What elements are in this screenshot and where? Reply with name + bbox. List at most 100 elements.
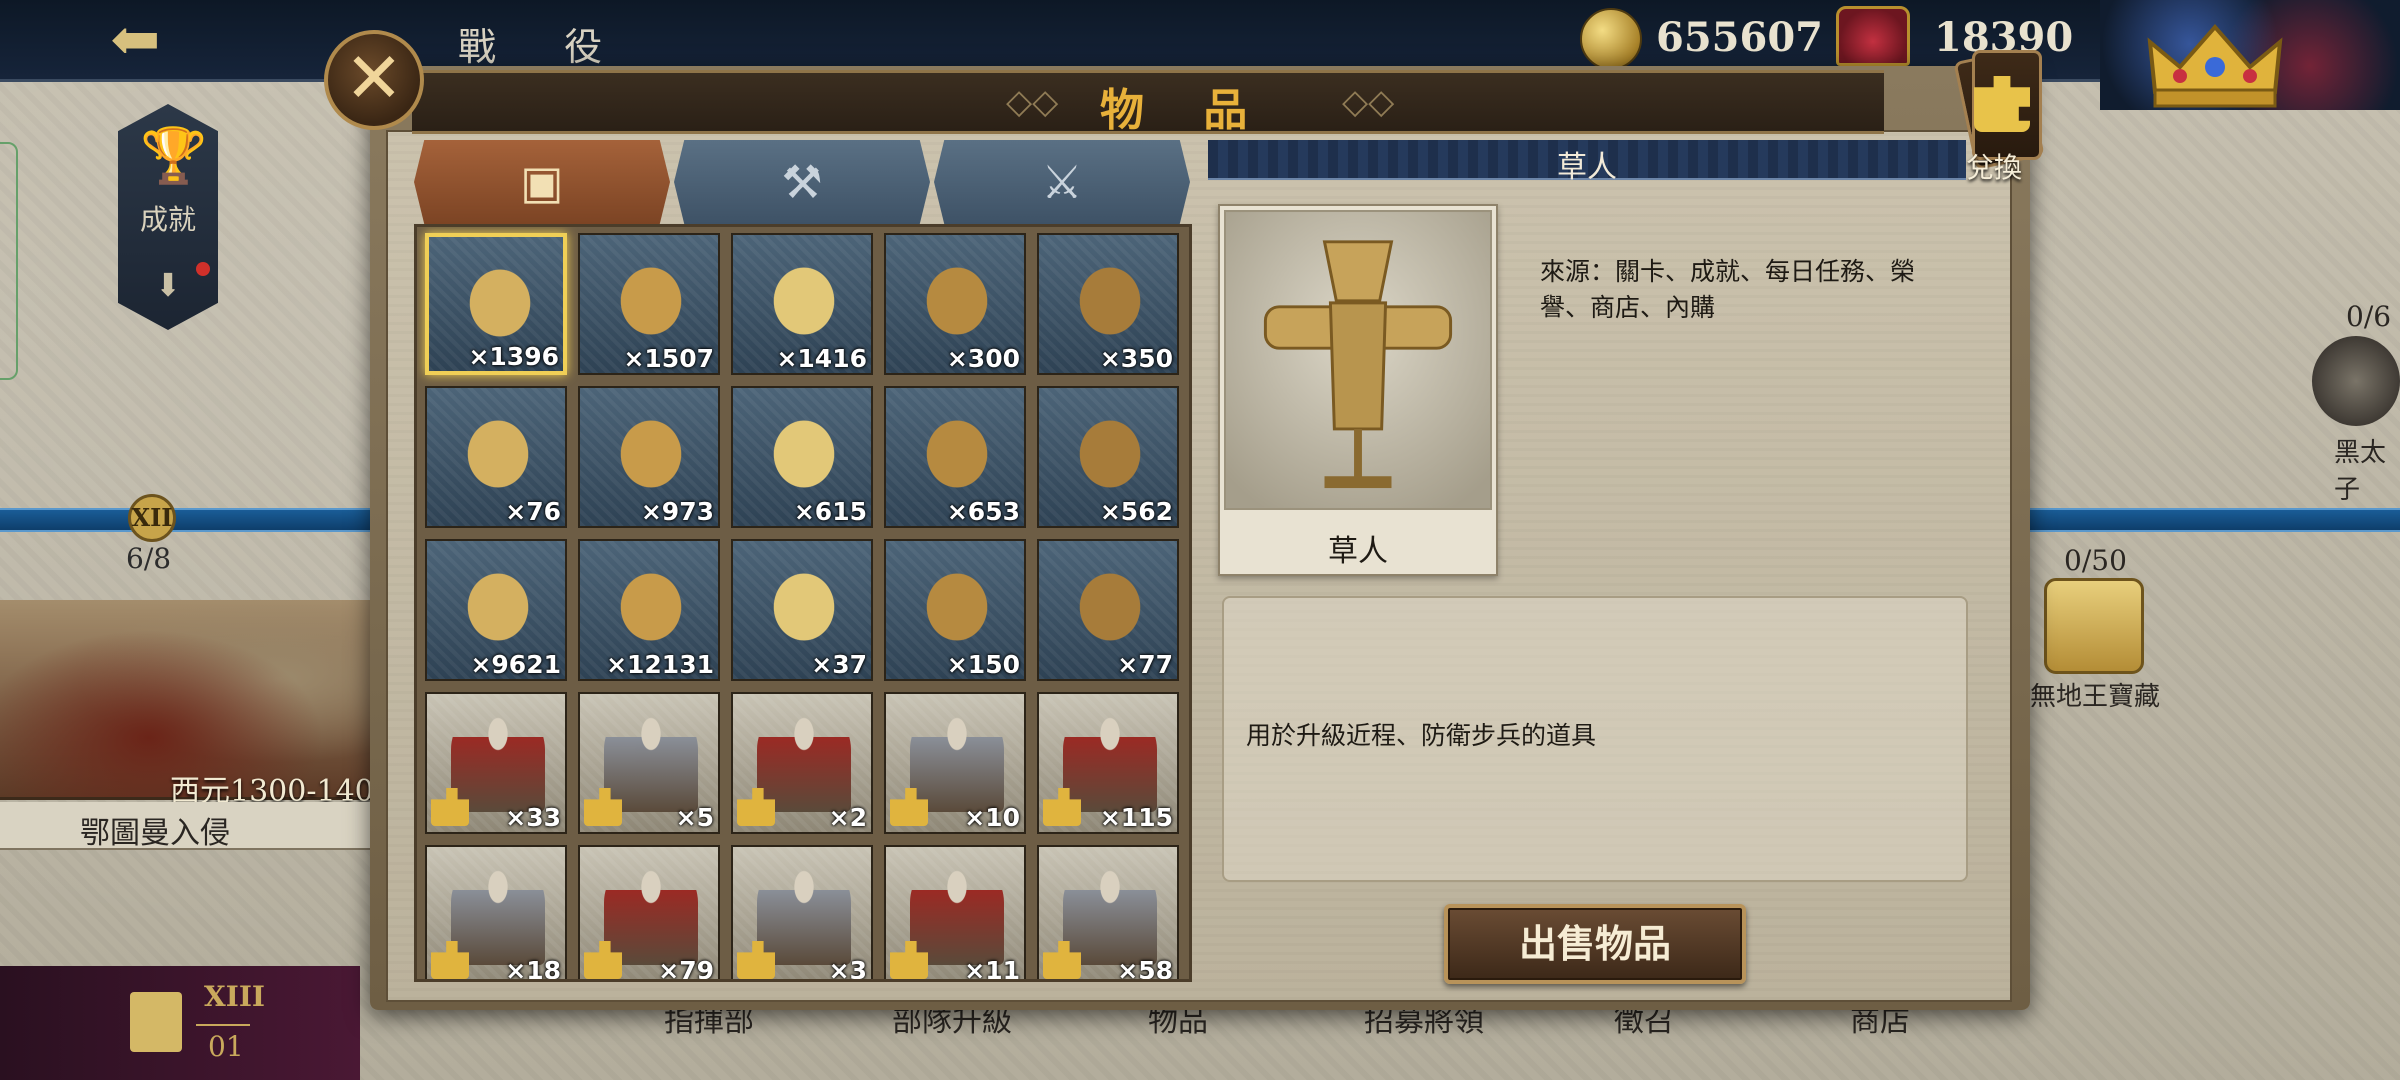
item-quantity: ×300 (946, 344, 1020, 373)
scarecrow-icon (1224, 210, 1492, 510)
save-level: XIII (204, 980, 266, 1013)
astrolabe-bronze-icon (757, 555, 851, 659)
modal-title: 物 品 (1100, 85, 1270, 136)
bust-icon (451, 555, 545, 659)
chapter-badge: XII (128, 494, 176, 542)
chevron-down-icon[interactable]: ⬇ (140, 266, 196, 304)
drum-small-icon (604, 402, 698, 506)
scarecrow-icon (453, 251, 547, 355)
item-quantity: ×33 (505, 803, 561, 832)
treasure-map-icon[interactable] (2044, 578, 2144, 674)
astrolabe-gold-icon (1063, 555, 1157, 659)
item-slot-gears[interactable]: ×12131 (578, 539, 720, 681)
item-slot-roman-unit-2[interactable]: ×58 (1037, 845, 1179, 982)
item-slot-drum-small[interactable]: ×973 (578, 386, 720, 528)
item-quantity: ×350 (1099, 344, 1173, 373)
item-quantity: ×11 (964, 956, 1020, 982)
item-quantity: ×3 (828, 956, 867, 982)
item-slot-training-dummy[interactable]: ×1507 (578, 233, 720, 375)
scroll-document-icon (1063, 249, 1157, 353)
item-slot-astrolabe-gold[interactable]: ×77 (1037, 539, 1179, 681)
item-slot-spearman-unit-1[interactable]: ×18 (425, 845, 567, 979)
item-slot-blueprint-scroll-2[interactable]: ×562 (1037, 386, 1179, 528)
item-slot-templar-unit[interactable]: ×5 (578, 692, 720, 834)
knight-unit-1-icon (451, 708, 545, 812)
item-slot-bust[interactable]: ×9621 (425, 539, 567, 681)
lock-icon[interactable] (2312, 336, 2400, 426)
battle-name: 鄂圖曼入侵 (80, 816, 230, 851)
item-slot-archery-target[interactable]: ×1416 (731, 233, 873, 375)
blueprint-scroll-1-icon (910, 402, 1004, 506)
item-slot-helmet-tools[interactable]: ×300 (884, 233, 1026, 375)
royal-crown-icon[interactable] (2140, 12, 2290, 112)
chapter-progress: 6/8 (126, 542, 172, 575)
item-quantity: ×5 (675, 803, 714, 832)
item-description: 用於升級近程、防衛步兵的道具 (1246, 721, 1597, 750)
item-quantity: ×1416 (776, 344, 867, 373)
spearman-unit-2-icon (604, 861, 698, 965)
viking-unit-icon (757, 708, 851, 812)
shield-unit-icon (757, 861, 851, 965)
item-slot-roman-unit-1[interactable]: ×11 (884, 845, 1026, 982)
item-quantity: ×10 (964, 803, 1020, 832)
siege-icon: ⚒ (781, 155, 823, 209)
detail-card-name: 草人 (1328, 534, 1388, 569)
swords-scroll-icon (910, 555, 1004, 659)
item-quantity: ×2 (828, 803, 867, 832)
legion-unit-icon (1063, 708, 1157, 812)
map-region-border (0, 142, 18, 380)
close-icon: ✕ (344, 37, 404, 119)
item-slot-axeman-unit[interactable]: ×10 (884, 692, 1026, 834)
item-slot-swords-scroll[interactable]: ×150 (884, 539, 1026, 681)
item-slot-war-drum[interactable]: ×615 (731, 386, 873, 528)
black-prince-progress: 0/6 (2346, 300, 2392, 333)
close-button[interactable]: ✕ (324, 30, 424, 130)
item-slot-blueprint-scroll-1[interactable]: ×653 (884, 386, 1026, 528)
shield-swords-icon: ⚔ (1041, 155, 1083, 209)
item-slot-astrolabe-bronze[interactable]: ×37 (731, 539, 873, 681)
item-quantity: ×973 (640, 497, 714, 526)
item-source: 來源：關卡、成就、每日任務、榮譽、商店、內購 (1540, 257, 1916, 322)
gold-amount: 655607 (1656, 14, 1823, 61)
item-slot-scarecrow[interactable]: ×1396 (425, 233, 567, 375)
achievements-label: 成就 (139, 203, 196, 236)
item-slot-spearman-unit-2[interactable]: ×79 (578, 845, 720, 982)
item-quantity: ×9621 (470, 650, 561, 679)
blueprint-scroll-2-icon (1063, 402, 1157, 506)
item-quantity: ×1507 (623, 344, 714, 373)
treasure-progress: 0/50 (2064, 544, 2127, 577)
axeman-unit-icon (910, 708, 1004, 812)
save-icon[interactable] (130, 992, 182, 1052)
item-quantity: ×150 (946, 650, 1020, 679)
item-slot-scroll-document[interactable]: ×350 (1037, 233, 1179, 375)
archery-target-icon (757, 249, 851, 353)
sell-button[interactable]: 出售物品 (1444, 904, 1746, 984)
item-slot-shield-unit[interactable]: ×3 (731, 845, 873, 982)
spearman-unit-1-icon (451, 861, 545, 965)
ornament-icon: ◇◇ (1006, 82, 1059, 122)
detail-item-name: 草人 (1557, 150, 1617, 185)
item-slot-knight-unit-1[interactable]: ×33 (425, 692, 567, 834)
item-quantity: ×79 (658, 956, 714, 982)
item-slot-viking-unit[interactable]: ×2 (731, 692, 873, 834)
item-slot-legion-unit[interactable]: ×115 (1037, 692, 1179, 834)
trophy-icon: 🏆 (140, 124, 208, 187)
war-drum-icon (757, 402, 851, 506)
item-slot-iron-ingots[interactable]: ×76 (425, 386, 567, 528)
training-dummy-icon (604, 249, 698, 353)
black-prince-label: 黑太子 (2334, 438, 2387, 505)
page-title: 戰 役 (458, 25, 631, 69)
treasure-label: 無地王寶藏 (2030, 682, 2161, 712)
back-arrow-icon[interactable]: ⬅ (110, 10, 200, 70)
item-quantity: ×615 (793, 497, 867, 526)
exchange-label: 兌換 (1966, 151, 2023, 184)
item-quantity: ×77 (1117, 650, 1173, 679)
item-quantity: ×58 (1117, 956, 1173, 982)
item-quantity: ×115 (1099, 803, 1173, 832)
item-quantity: ×76 (505, 497, 561, 526)
iron-ingots-icon (451, 402, 545, 506)
gears-icon (604, 555, 698, 659)
crown-currency-icon (1836, 6, 1910, 66)
gold-coin-icon (1580, 8, 1642, 70)
helmet-tools-icon (910, 249, 1004, 353)
